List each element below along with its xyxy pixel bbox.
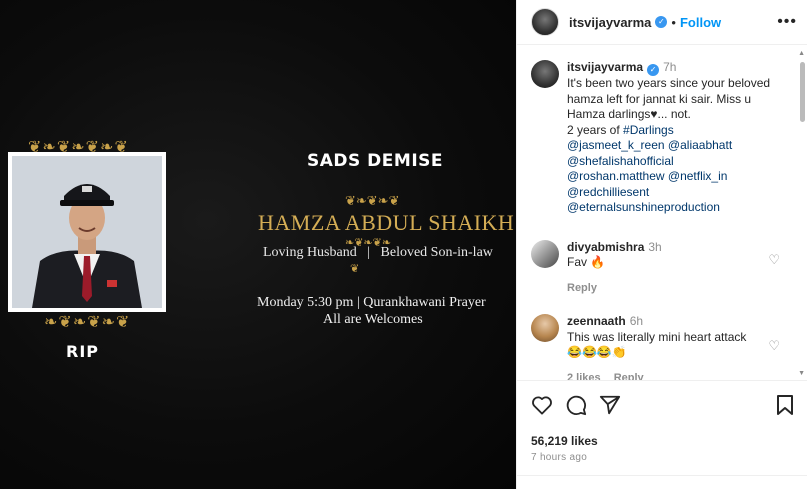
post-side-panel: itsvijayvarma ✓ • Follow ••• itsvijayvar… <box>516 0 807 489</box>
hashtag-darlings[interactable]: #Darlings <box>623 123 674 137</box>
ornament-bottom: ❧❦❧❦❧❦ <box>44 312 131 331</box>
caption-avatar[interactable] <box>531 60 559 88</box>
caption-text: It's been two years since your beloved h… <box>567 76 771 121</box>
comment-likes-count[interactable]: 2 likes <box>567 372 601 381</box>
reply-button[interactable]: Reply <box>567 282 597 294</box>
comment-bubble-icon[interactable] <box>565 394 587 416</box>
caption-time: 7h <box>663 60 677 74</box>
mention-link[interactable]: @roshan.matthew <box>567 169 665 183</box>
relation-husband: Loving Husband <box>263 245 357 260</box>
add-comment-bar[interactable] <box>517 475 807 489</box>
share-paper-plane-icon[interactable] <box>599 394 621 416</box>
more-options-icon[interactable]: ••• <box>777 13 797 31</box>
caption-hashtag-line: 2 years of #Darlings <box>567 123 774 139</box>
relation-separator: | <box>367 245 371 260</box>
comment-meta: Reply <box>567 281 774 297</box>
comment-text: This was literally mini heart attack <box>567 329 747 344</box>
mention-link[interactable]: @jasmeet_k_reen <box>567 138 665 152</box>
caption-mentions: @jasmeet_k_reen @aliaabhatt @shefalishah… <box>567 138 774 216</box>
demise-heading: SADS DEMISE <box>307 151 443 171</box>
comments-list[interactable]: itsvijayvarma ✓ 7h It's been two years sin… <box>517 46 807 380</box>
mention-link[interactable]: @aliaabhatt <box>668 138 732 152</box>
mention-link[interactable]: @eternalsunshineproduction <box>567 200 720 214</box>
scroll-up-arrow-icon[interactable]: ▲ <box>798 50 805 57</box>
portrait-photo <box>12 156 162 308</box>
deceased-name: HAMZA ABDUL SHAIKH <box>258 210 515 235</box>
portrait-frame <box>8 152 166 312</box>
comment-body: divyabmishra 3h Fav 🔥 Reply <box>567 240 794 297</box>
save-bookmark-icon[interactable] <box>776 394 794 416</box>
man-in-uniform-illustration <box>12 156 162 308</box>
comment-emojis: 😂😂😂👏 <box>567 345 627 359</box>
mention-link[interactable]: @redchilliesent <box>567 185 649 199</box>
caption-body: itsvijayvarma ✓ 7h It's been two years sin… <box>567 60 794 216</box>
author-username[interactable]: itsvijayvarma <box>569 15 651 30</box>
caption-username[interactable]: itsvijayvarma <box>567 60 643 74</box>
caption: itsvijayvarma ✓ 7h It's been two years sin… <box>531 60 794 216</box>
author-avatar[interactable] <box>531 8 559 36</box>
comment-item: divyabmishra 3h Fav 🔥 Reply ♡ <box>531 239 794 297</box>
comment-meta: 2 likes Reply <box>567 371 774 381</box>
comment-time: 3h <box>648 239 662 254</box>
header-dot: • <box>671 14 676 30</box>
rip-label: RIP <box>66 342 99 361</box>
mention-link[interactable]: @netflix_in <box>668 169 728 183</box>
comment-time: 6h <box>629 314 644 328</box>
like-heart-icon[interactable] <box>531 395 553 415</box>
likes-count[interactable]: 56,219 likes <box>531 434 794 448</box>
scrollbar-thumb[interactable] <box>800 62 805 122</box>
prayer-time: Monday 5:30 pm | Qurankhawani Prayer <box>257 295 486 310</box>
comment-like-heart-icon[interactable]: ♡ <box>768 252 780 268</box>
action-icons <box>531 393 794 417</box>
ornament-name-top: ❦❧❦❧❦ <box>345 194 400 209</box>
comment-like-heart-icon[interactable]: ♡ <box>768 338 780 354</box>
comment-body: zeennaath 6h This was literally mini hear… <box>567 314 794 380</box>
caption-line2-prefix: 2 years of <box>567 122 624 137</box>
relation-son-in-law: Beloved Son-in-law <box>380 245 493 260</box>
post-image[interactable]: ❦ ❧❦❧❦❧❦ ❧❦❧❦❧❦ RIP SADS DEMISE ❦❧❦❧❦ HAM… <box>0 0 516 489</box>
verified-badge-icon: ✓ <box>655 16 668 28</box>
mention-link[interactable]: @shefalishahofficial <box>567 154 674 168</box>
ornament-divider: ❦ <box>350 262 360 275</box>
post-timestamp: 7 hours ago <box>531 452 588 463</box>
scroll-down-arrow-icon[interactable]: ▼ <box>798 370 805 377</box>
commenter-username[interactable]: divyabmishra <box>567 240 644 254</box>
post-actions: 56,219 likes 7 hours ago <box>517 380 807 463</box>
instagram-post-modal: ❦ ❧❦❧❦❧❦ ❧❦❧❦❧❦ RIP SADS DEMISE ❦❧❦❧❦ HAM… <box>0 0 807 489</box>
commenter-avatar[interactable] <box>531 239 559 268</box>
relation-line: Loving Husband | Beloved Son-in-law <box>263 245 493 261</box>
reply-button[interactable]: Reply <box>614 372 644 381</box>
caption-verified-icon: ✓ <box>647 64 660 76</box>
commenter-username[interactable]: zeennaath <box>567 314 626 328</box>
post-header: itsvijayvarma ✓ • Follow ••• <box>517 0 807 45</box>
commenter-avatar[interactable] <box>531 314 559 342</box>
follow-button[interactable]: Follow <box>680 15 721 30</box>
comment-text: Fav 🔥 <box>567 255 606 269</box>
welcome-text: All are Welcomes <box>323 312 423 327</box>
comment-item: zeennaath 6h This was literally mini hear… <box>531 314 794 380</box>
